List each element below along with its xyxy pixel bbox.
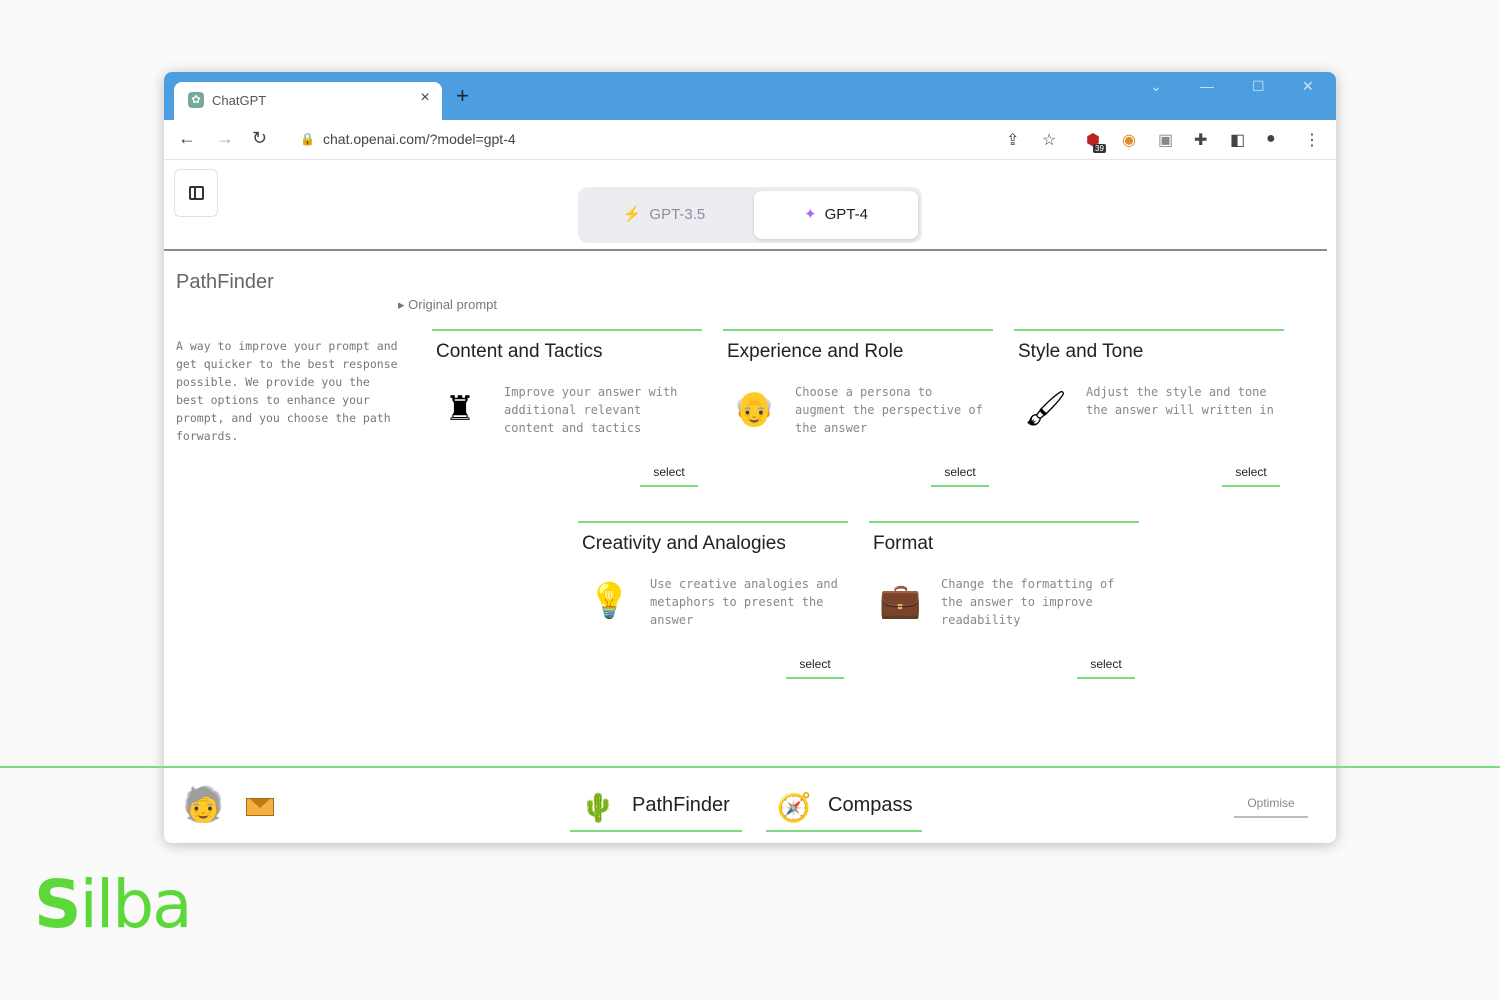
card-format: Format 💼 Change the formatting of the an… [869,521,1139,681]
select-button[interactable]: select [786,657,844,679]
card-experience-role: Experience and Role 👴 Choose a persona t… [723,329,993,489]
avatar[interactable]: 🧓 [182,780,224,830]
tab-label: PathFinder [632,794,730,816]
model-label: GPT-3.5 [649,206,706,223]
card-description: Choose a persona to augment the perspect… [795,385,983,435]
reload-icon[interactable]: ↻ [252,128,267,149]
kebab-menu-icon[interactable]: ⋮ [1304,130,1320,150]
sparkle-icon: ✦ [804,206,817,223]
signpost-icon: 🌵 [580,792,616,823]
model-label: GPT-4 [824,206,868,223]
card-divider [578,521,848,523]
logo-letter: S [34,866,82,943]
tab-compass[interactable]: 🧭 Compass [766,782,922,832]
back-arrow-icon[interactable]: ← [178,128,196,149]
tab-label: Compass [828,794,913,816]
model-gpt4-button[interactable]: ✦ GPT-4 [754,191,918,239]
lock-icon[interactable]: 🔒 [300,132,315,146]
sidebar-toggle-button[interactable] [174,169,218,217]
original-prompt-toggle[interactable]: ▸ Original prompt [398,297,497,313]
lightbulb-icon: 💡 [588,582,631,620]
select-button[interactable]: select [1077,657,1135,679]
card-creativity-analogies: Creativity and Analogies 💡 Use creative … [578,521,848,681]
share-icon[interactable]: ⇪ [1006,130,1019,150]
logo-text: ilba [79,866,193,943]
card-style-tone: Style and Tone 🖌 Adjust the style and to… [1014,329,1284,489]
brushes-icon: 🖌 [1024,390,1068,428]
silba-logo: Silba [34,866,193,943]
card-title: Experience and Role [727,341,904,362]
divider [164,249,1327,251]
pathfinder-title: PathFinder [176,271,274,293]
puzzle-icon[interactable]: ✚ [1194,130,1207,150]
select-button[interactable]: select [931,465,989,487]
forward-arrow-icon[interactable]: → [216,128,234,149]
address-bar[interactable]: chat.openai.com/?model=gpt-4 [323,131,516,147]
card-divider [1014,329,1284,331]
card-title: Content and Tactics [436,341,603,362]
tab-strip: ✿ ChatGPT × + ⌄ — ☐ ✕ [164,72,1336,120]
close-icon[interactable]: × [416,89,434,109]
card-divider [869,521,1139,523]
card-description: Change the formatting of the answer to i… [941,577,1115,627]
card-description: Use creative analogies and metaphors to … [650,577,838,627]
tab-title: ChatGPT [212,93,267,108]
maximize-icon[interactable]: ☐ [1252,78,1265,95]
sidebar-icon [189,186,204,200]
select-button[interactable]: select [1222,465,1280,487]
browser-toolbar: ← → ↻ 🔒 chat.openai.com/?model=gpt-4 ⇪ ☆… [164,120,1336,160]
tab-pathfinder[interactable]: 🌵 PathFinder [570,782,742,832]
star-icon[interactable]: ☆ [1042,130,1056,150]
extension-badge: 39 [1093,144,1106,153]
profile-icon[interactable]: ● [1266,130,1276,148]
window-close-icon[interactable]: ✕ [1302,78,1314,95]
chess-piece-icon: ♜ [444,390,476,428]
card-title: Format [873,533,934,554]
original-prompt-label: Original prompt [408,297,498,312]
card-description: Adjust the style and tone the answer wil… [1086,385,1274,417]
openai-icon: ✿ [188,92,204,108]
card-title: Creativity and Analogies [582,533,786,554]
side-panel-icon[interactable]: ◧ [1230,130,1245,150]
card-content-tactics: Content and Tactics ♜ Improve your answe… [432,329,702,489]
lightning-icon: ⚡ [622,206,642,223]
model-gpt35-button[interactable]: ⚡ GPT-3.5 [582,191,746,239]
persona-icon: 👴 [733,390,776,428]
page-content: ⚡ GPT-3.5 ✦ GPT-4 PathFinder ▸ Original pr… [164,161,1336,843]
compass-icon: 🧭 [776,792,812,823]
briefcase-icon: 💼 [879,582,922,620]
select-button[interactable]: select [640,465,698,487]
card-divider [432,329,702,331]
mail-icon[interactable] [246,798,274,816]
pathfinder-description: A way to improve your prompt and get qui… [176,339,398,443]
globe-extension-icon[interactable]: ◉ [1122,130,1136,150]
browser-window: ✿ ChatGPT × + ⌄ — ☐ ✕ ← → ↻ 🔒 chat.opena… [164,72,1336,843]
minimize-icon[interactable]: — [1200,78,1214,94]
card-divider [723,329,993,331]
bottom-bar: 🧓 🌵 PathFinder 🧭 Compass Optimise [164,768,1336,843]
chevron-down-icon[interactable]: ⌄ [1150,78,1162,95]
optimise-button[interactable]: Optimise [1234,796,1308,818]
new-tab-button[interactable]: + [456,85,469,107]
code-extension-icon[interactable]: ▣ [1158,130,1173,150]
card-title: Style and Tone [1018,341,1144,362]
tab-chatgpt[interactable]: ✿ ChatGPT × [174,82,442,120]
card-description: Improve your answer with additional rele… [504,385,678,435]
model-switch: ⚡ GPT-3.5 ✦ GPT-4 [578,187,922,243]
